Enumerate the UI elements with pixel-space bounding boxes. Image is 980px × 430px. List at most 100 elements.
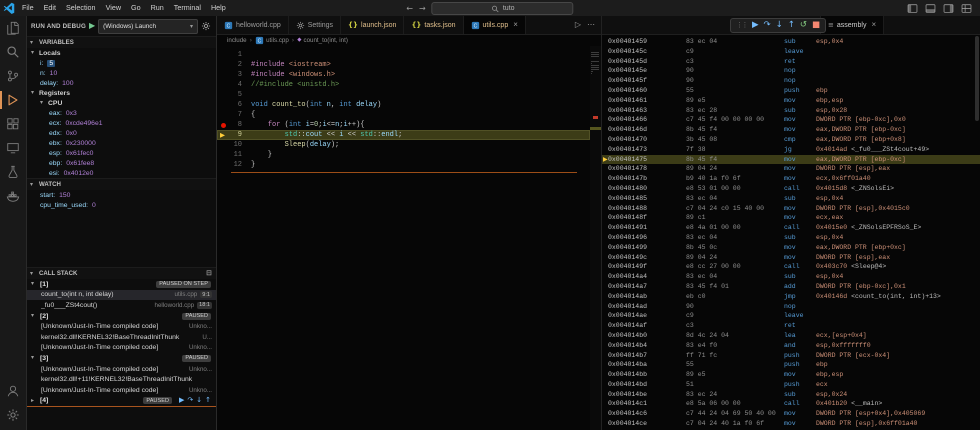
- back-icon[interactable]: ←: [406, 4, 413, 13]
- disasm-mnemonic: mov: [784, 175, 796, 183]
- tab-helloworld.cpp[interactable]: Chelloworld.cpp: [217, 16, 289, 34]
- activity-docker[interactable]: [0, 184, 26, 208]
- activity-explorer[interactable]: [0, 16, 26, 40]
- activity-settings[interactable]: [0, 403, 26, 427]
- activity-remote-explorer[interactable]: [0, 136, 26, 160]
- menu-go[interactable]: Go: [126, 0, 146, 16]
- variable-esp[interactable]: esp: 0x61fec0: [26, 148, 216, 158]
- step-out-button[interactable]: ↑: [205, 397, 211, 404]
- drag-handle-icon[interactable]: ⋮⋮: [736, 22, 749, 29]
- gear-icon[interactable]: [201, 21, 211, 31]
- restart-button[interactable]: ↺: [800, 21, 807, 30]
- toggle-primary-sidebar-icon[interactable]: [907, 3, 918, 14]
- stop-button[interactable]: ■: [812, 21, 820, 30]
- thread-debug-toolbar: ▶ ↷ ↓ ↑: [179, 397, 211, 404]
- tab-launch.json[interactable]: {} launch.json: [341, 16, 405, 34]
- activity-extensions[interactable]: [0, 112, 26, 136]
- variable-n[interactable]: n: 10: [26, 68, 216, 78]
- step-into-button[interactable]: ↓: [776, 21, 783, 30]
- tab-settings[interactable]: Settings: [288, 16, 342, 34]
- debug-current-line-icon: ▶: [220, 130, 225, 139]
- variable-esi[interactable]: esi: 0x4012e0: [26, 168, 216, 178]
- disasm-address: 0x0040145c: [608, 47, 648, 55]
- disasm-operands: esp,0xfffffff0: [816, 341, 871, 349]
- step-into-button[interactable]: ↓: [196, 397, 202, 404]
- variable-cpu_time_used[interactable]: cpu_time_used: 0: [26, 200, 216, 210]
- disassembly-scrollbar[interactable]: [975, 36, 979, 121]
- start-debugging-button[interactable]: ▶: [89, 22, 95, 30]
- toggle-secondary-sidebar-icon[interactable]: [943, 3, 954, 14]
- activity-source-control[interactable]: [0, 64, 26, 88]
- scope-cpu[interactable]: ▾ CPU: [26, 98, 216, 108]
- editor-focus-border: [231, 172, 577, 173]
- stack-frame[interactable]: [Unknown/Just-In-Time compiled code] Unkn…: [26, 343, 216, 354]
- variable-edx[interactable]: edx: 0x0: [26, 128, 216, 138]
- variable-eax[interactable]: eax: 0x3: [26, 108, 216, 118]
- breadcrumb-item[interactable]: include: [227, 37, 247, 44]
- continue-button[interactable]: ▶: [752, 21, 759, 30]
- editor-group-source: Chelloworld.cpp Settings{} launch.json{} ta…: [217, 16, 601, 430]
- code-editor[interactable]: 1 2 #include <iostream> 3 #include <windows.…: [217, 46, 590, 430]
- customize-layout-icon[interactable]: [961, 3, 972, 14]
- step-over-button[interactable]: ↷: [187, 397, 193, 404]
- toggle-panel-icon[interactable]: [925, 3, 936, 14]
- disasm-line: 0x0040149c 89 04 24 mov DWORD PTR [esp],eax: [602, 253, 980, 263]
- thread-1[interactable]: ▾ [1] PAUSED ON STEP: [26, 279, 216, 290]
- forward-icon[interactable]: →: [419, 4, 426, 13]
- step-out-button[interactable]: ↑: [788, 21, 795, 30]
- launch-config-dropdown[interactable]: (Windows) Launch ▾: [98, 18, 198, 34]
- tab-utils.cpp[interactable]: Cutils.cpp ×: [463, 16, 526, 34]
- activity-testing[interactable]: [0, 160, 26, 184]
- variable-ebx[interactable]: ebx: 0x230000: [26, 138, 216, 148]
- disassembly-view[interactable]: 0x00401459 83 ec 04 sub esp,0x4 0x0040145c c9…: [602, 34, 980, 430]
- breadcrumb-item[interactable]: ◆ count_to(int, int): [297, 37, 348, 44]
- step-over-button[interactable]: ↷: [764, 21, 771, 30]
- thread-3[interactable]: ▾ [3] PAUSED: [26, 353, 216, 364]
- more-actions-icon[interactable]: ⋯: [587, 21, 595, 29]
- variables-section-header[interactable]: ▾ VARIABLES: [26, 37, 216, 48]
- watch-section-header[interactable]: ▾ WATCH: [26, 179, 216, 190]
- stack-frame[interactable]: _fu0___ZSt4cout() helloworld.cpp 18:1: [26, 300, 216, 311]
- stack-frame[interactable]: [Unknown/Just-In-Time compiled code] Unkn…: [26, 321, 216, 332]
- thread-2[interactable]: ▾ [2] PAUSED: [26, 311, 216, 322]
- close-icon[interactable]: ×: [513, 21, 518, 29]
- scope-locals[interactable]: ▾ Locals: [26, 48, 216, 58]
- menu-file[interactable]: File: [17, 0, 39, 16]
- command-center[interactable]: tuto: [431, 2, 574, 15]
- stack-frame[interactable]: kernel32.dll!+11!KERNEL32!BaseThreadInit…: [26, 374, 216, 385]
- variable-delay[interactable]: delay: 100: [26, 78, 216, 88]
- menu-view[interactable]: View: [101, 0, 126, 16]
- scope-registers[interactable]: ▾ Registers: [26, 88, 216, 98]
- activity-search[interactable]: [0, 40, 26, 64]
- activity-accounts[interactable]: [0, 379, 26, 403]
- disasm-operands: eax,DWORD PTR [ebp+0xc]: [816, 243, 906, 251]
- variable-i[interactable]: i: 5: [26, 58, 216, 68]
- run-file-icon[interactable]: ▷: [575, 21, 581, 29]
- menu-edit[interactable]: Edit: [39, 0, 61, 16]
- continue-button[interactable]: ▶: [179, 397, 184, 404]
- menu-run[interactable]: Run: [146, 0, 169, 16]
- call-stack-section-header[interactable]: ▾ CALL STACK ⊟: [26, 268, 216, 279]
- stack-frame[interactable]: kernel32.dll!KERNEL32!BaseThreadInitThun…: [26, 332, 216, 343]
- stack-frame[interactable]: [Unknown/Just-In-Time compiled code] Unkn…: [26, 385, 216, 396]
- activity-run-and-debug[interactable]: [0, 88, 26, 112]
- stack-frame[interactable]: [Unknown/Just-In-Time compiled code] Unkn…: [26, 364, 216, 375]
- collapse-all-icon[interactable]: ⊟: [206, 270, 212, 277]
- breadcrumb-item[interactable]: Cutils.cpp: [255, 36, 289, 45]
- variable-ecx[interactable]: ecx: 0xcde496e1: [26, 118, 216, 128]
- tab-tasks.json[interactable]: {} tasks.json: [404, 16, 464, 34]
- disasm-bytes: 83 ec 04: [686, 273, 718, 281]
- variable-start[interactable]: start: 150: [26, 190, 216, 200]
- menu-selection[interactable]: Selection: [61, 0, 101, 16]
- menu-terminal[interactable]: Terminal: [169, 0, 206, 16]
- breakpoint-icon[interactable]: [221, 122, 226, 128]
- stack-frame[interactable]: count_to(int n, int delay) utils.cpp 9:1: [26, 289, 216, 301]
- variable-ebp[interactable]: ebp: 0x61fee8: [26, 158, 216, 168]
- minimap[interactable]: [590, 46, 601, 430]
- close-icon[interactable]: ×: [871, 21, 876, 29]
- disasm-address: 0x0040148f: [608, 214, 648, 222]
- tab-assembly[interactable]: ≡ assembly ×: [820, 16, 885, 34]
- menu-help[interactable]: Help: [206, 0, 231, 16]
- gutter: 10: [217, 140, 251, 150]
- thread-4[interactable]: ▸ [4] PAUSED ▶ ↷ ↓ ↑: [26, 396, 216, 408]
